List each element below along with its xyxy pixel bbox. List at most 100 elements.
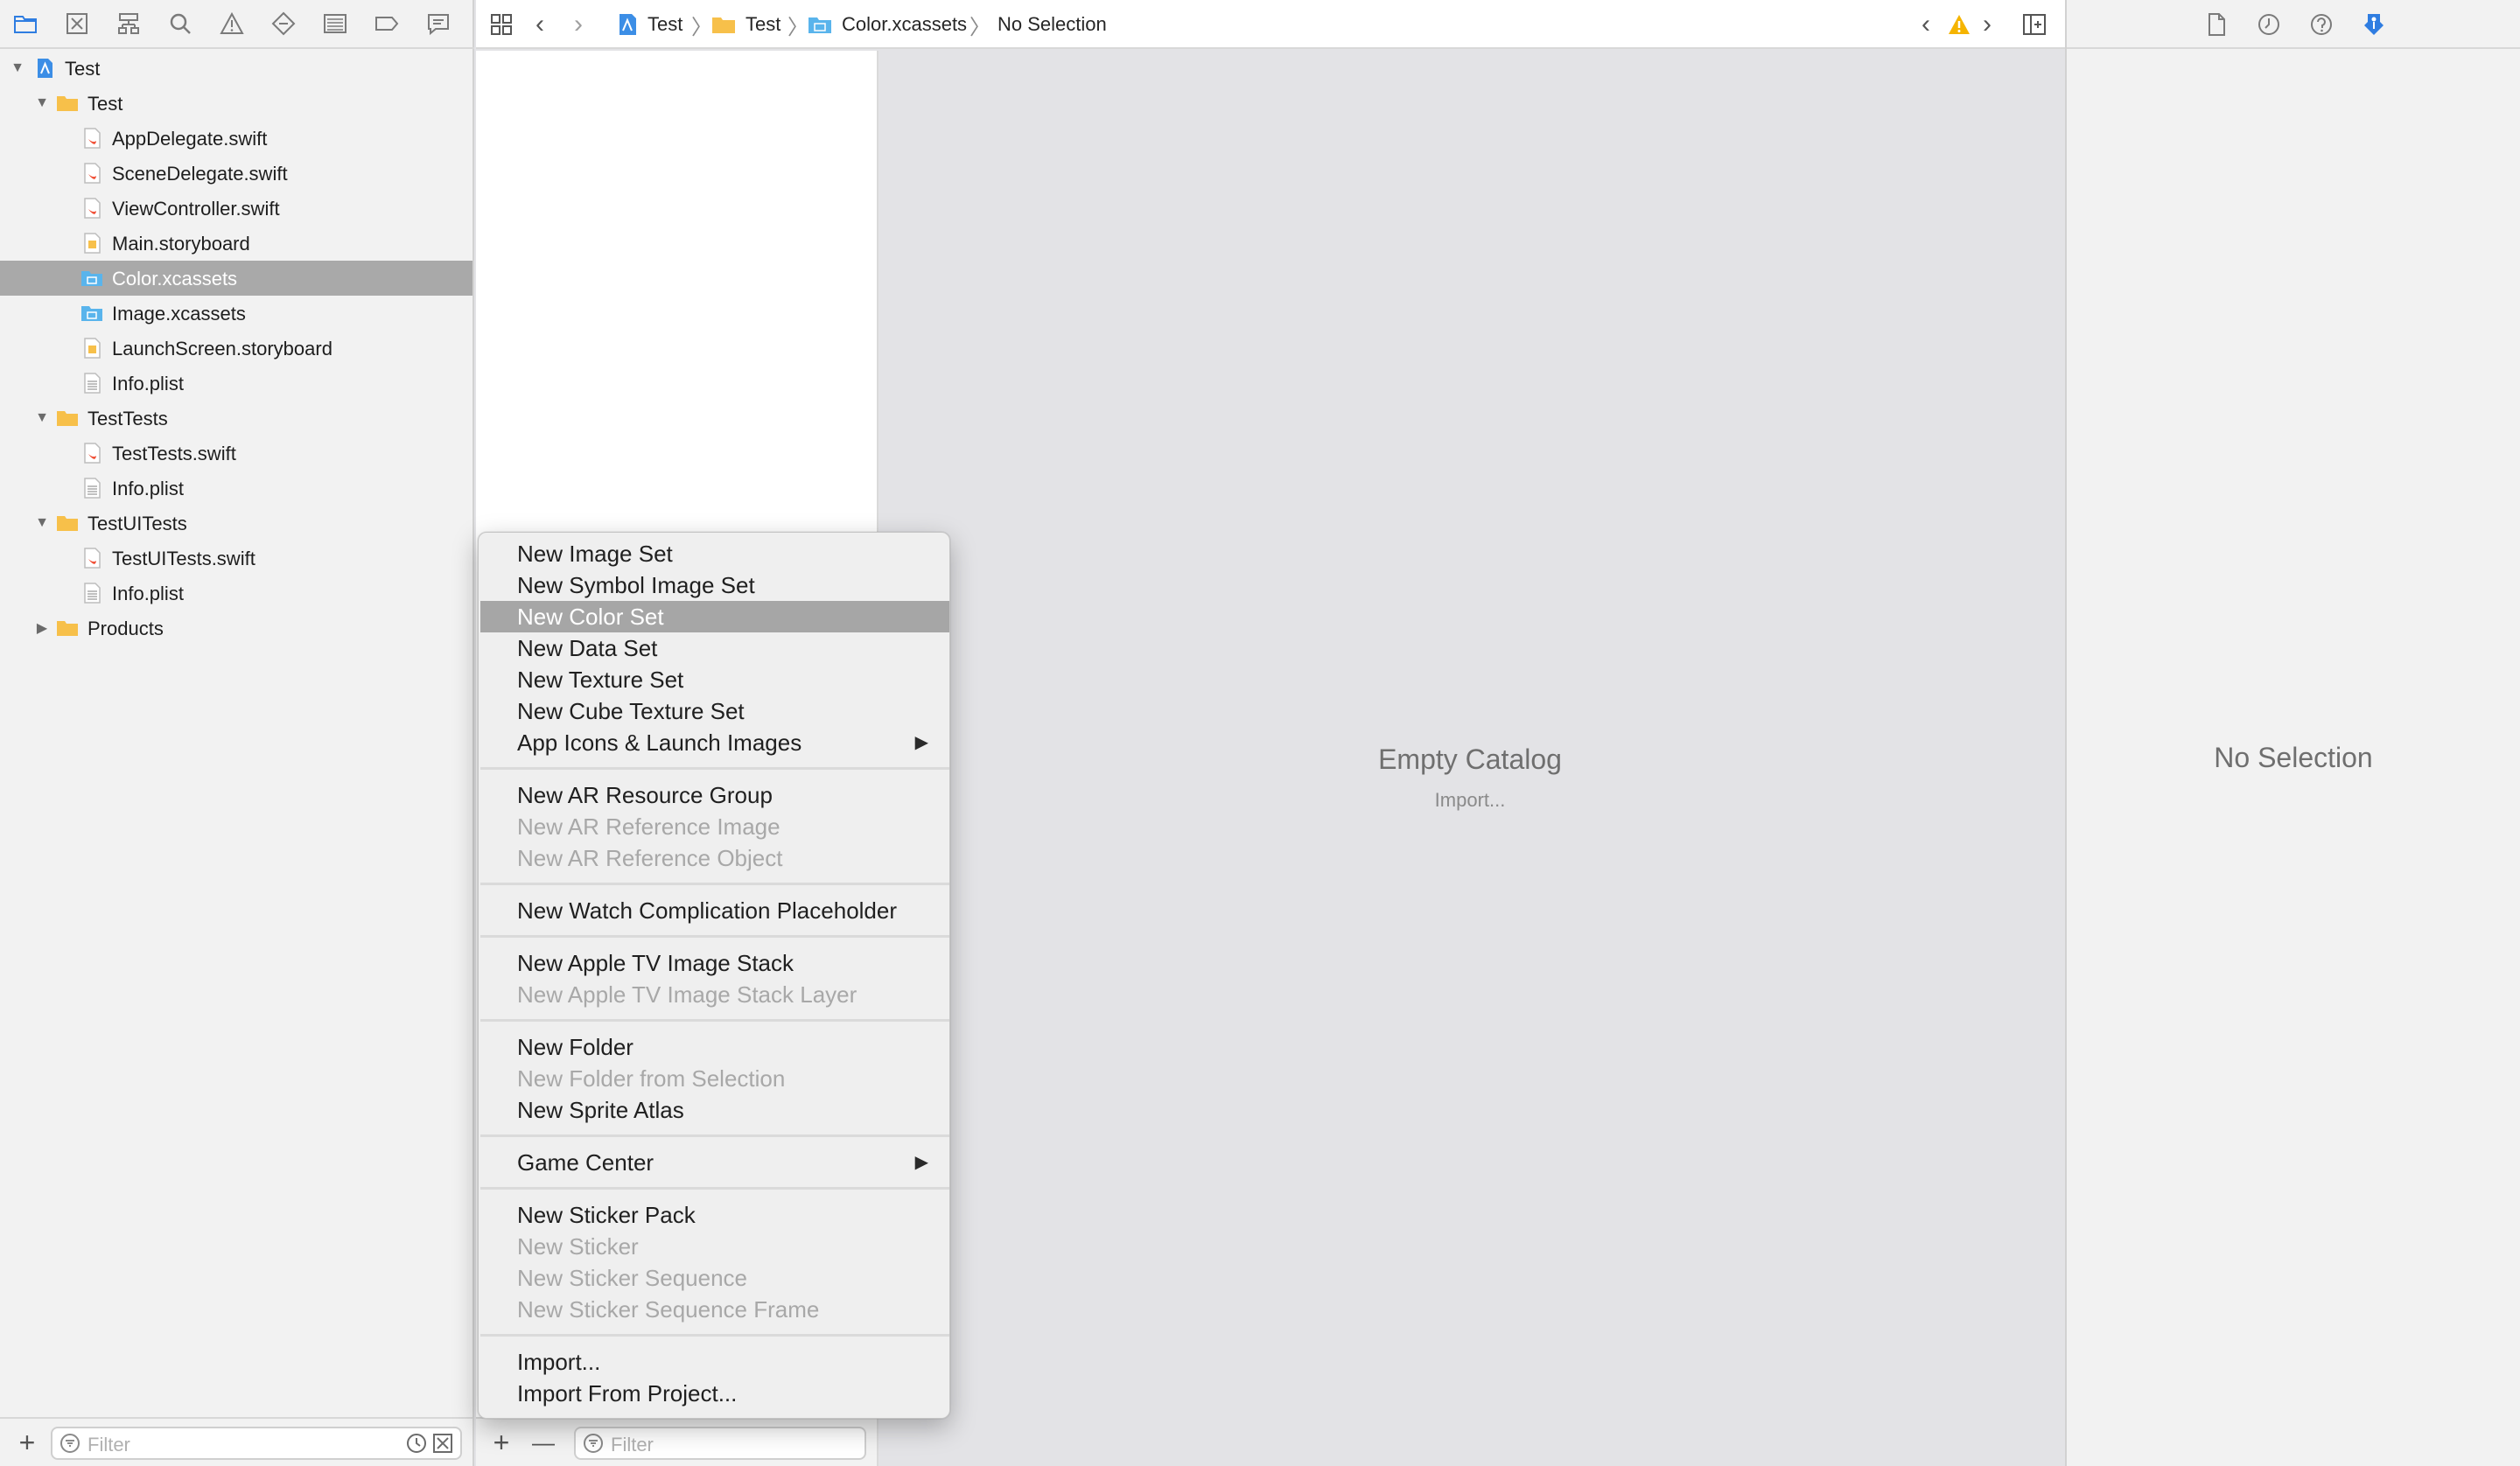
disclosure-open-icon[interactable]: ▼	[33, 409, 51, 427]
filter-placeholder: Filter	[611, 1434, 654, 1456]
tree-row[interactable]: SceneDelegate.swift	[0, 156, 472, 191]
menu-item[interactable]: New Apple TV Image Stack	[480, 947, 949, 979]
crumb-selection[interactable]: No Selection	[998, 0, 1107, 49]
storyboard-file-icon	[80, 337, 103, 360]
menu-item-label: New AR Reference Image	[517, 813, 780, 840]
source-control-icon[interactable]	[62, 8, 93, 39]
disclosure-open-icon[interactable]: ▼	[33, 514, 51, 532]
menu-item-label: Import From Project...	[517, 1380, 738, 1407]
tree-row[interactable]: ▼ TestUITests	[0, 506, 472, 541]
warning-icon[interactable]	[217, 8, 248, 39]
tree-row[interactable]: Image.xcassets	[0, 296, 472, 331]
menu-item[interactable]: New Folder	[480, 1031, 949, 1063]
menu-item-label: New Sticker Pack	[517, 1202, 696, 1228]
tree-row[interactable]: Color.xcassets	[0, 261, 472, 296]
add-asset-button[interactable]: +	[488, 1428, 514, 1456]
tree-row-label: LaunchScreen.storyboard	[112, 338, 332, 360]
previous-issue-button[interactable]: ‹	[1922, 0, 1930, 49]
menu-item[interactable]: New Data Set	[480, 632, 949, 664]
menu-item-label: New Texture Set	[517, 667, 684, 693]
folder-icon[interactable]	[10, 8, 41, 39]
tree-row[interactable]: Main.storyboard	[0, 226, 472, 261]
crumb-file[interactable]: Color.xcassets	[842, 0, 967, 49]
tree-row[interactable]: ▼ TestTests	[0, 401, 472, 436]
crumb-group[interactable]: Test	[746, 0, 780, 49]
tree-row[interactable]: ViewController.swift	[0, 191, 472, 226]
disclosure-open-icon[interactable]: ▼	[33, 94, 51, 112]
breakpoint-icon[interactable]	[371, 8, 402, 39]
tree-row-label: TestUITests.swift	[112, 548, 256, 569]
tree-row-label: TestTests	[88, 408, 168, 429]
menu-item[interactable]: New Sticker Sequence	[480, 1262, 949, 1294]
menu-separator	[480, 1334, 949, 1337]
tree-row-label: Color.xcassets	[112, 268, 238, 290]
back-button[interactable]: ‹	[536, 0, 544, 49]
menu-item[interactable]: New Symbol Image Set	[480, 569, 949, 601]
tree-row[interactable]: ▶ Products	[0, 611, 472, 646]
tree-row[interactable]: ▼ Test	[0, 51, 472, 86]
menu-item-label: Import...	[517, 1349, 601, 1375]
menu-item[interactable]: New AR Reference Image	[480, 811, 949, 842]
menu-item[interactable]: New Sprite Atlas	[480, 1094, 949, 1126]
tree-row[interactable]: AppDelegate.swift	[0, 121, 472, 156]
menu-item[interactable]: New Watch Complication Placeholder	[480, 895, 949, 926]
filter-icon	[584, 1434, 603, 1453]
menu-item[interactable]: New Color Set	[480, 601, 949, 632]
disclosure-open-icon[interactable]: ▼	[9, 59, 26, 77]
crumb-project[interactable]: Test	[648, 0, 682, 49]
menu-item[interactable]: New Sticker	[480, 1231, 949, 1262]
search-icon[interactable]	[165, 8, 196, 39]
menu-item[interactable]: New Apple TV Image Stack Layer	[480, 979, 949, 1010]
menu-separator	[480, 1134, 949, 1137]
forward-button[interactable]: ›	[574, 0, 583, 49]
hierarchy-icon[interactable]	[114, 8, 144, 39]
help-icon[interactable]	[2308, 11, 2334, 38]
add-file-button[interactable]: +	[14, 1428, 40, 1456]
recent-files-icon[interactable]	[406, 1433, 427, 1454]
tree-row[interactable]: Info.plist	[0, 471, 472, 506]
warning-icon[interactable]	[1946, 0, 1972, 49]
menu-item[interactable]: New Texture Set	[480, 664, 949, 695]
import-link[interactable]: Import...	[1382, 789, 1558, 812]
menu-item[interactable]: New AR Resource Group	[480, 779, 949, 811]
menu-item[interactable]: Import From Project...	[480, 1378, 949, 1409]
tree-row-label: Products	[88, 618, 164, 639]
menu-item[interactable]: New Image Set	[480, 538, 949, 569]
crumb-separator: 〉	[691, 15, 712, 39]
tree-row[interactable]: ▼ Test	[0, 86, 472, 121]
history-icon[interactable]	[2256, 11, 2282, 38]
menu-item[interactable]: New Sticker Sequence Frame	[480, 1294, 949, 1325]
tree-row[interactable]: TestUITests.swift	[0, 541, 472, 576]
file-inspector-icon[interactable]	[2203, 11, 2230, 38]
menu-item[interactable]: New Cube Texture Set	[480, 695, 949, 727]
menu-item[interactable]: Import...	[480, 1346, 949, 1378]
menu-item[interactable]: Game Center ▶	[480, 1147, 949, 1178]
tree-row-label: Info.plist	[112, 478, 184, 499]
source-control-filter-icon[interactable]	[432, 1433, 453, 1454]
report-icon[interactable]	[423, 8, 453, 39]
add-editor-icon[interactable]	[2021, 0, 2048, 49]
tree-row[interactable]: Info.plist	[0, 576, 472, 611]
test-diamond-icon[interactable]	[268, 8, 298, 39]
attributes-inspector-icon[interactable]	[2361, 11, 2387, 38]
menu-item-label: New AR Resource Group	[517, 782, 773, 808]
menu-item-label: New Sprite Atlas	[517, 1097, 684, 1123]
tree-row[interactable]: TestTests.swift	[0, 436, 472, 471]
no-selection-label: No Selection	[2214, 742, 2373, 773]
asset-filter-field[interactable]: Filter	[574, 1427, 866, 1460]
related-items-icon[interactable]	[488, 0, 514, 49]
debug-icon[interactable]	[319, 8, 350, 39]
menu-item[interactable]: New Sticker Pack	[480, 1199, 949, 1231]
tree-row[interactable]: LaunchScreen.storyboard	[0, 331, 472, 366]
disclosure-closed-icon[interactable]: ▶	[33, 619, 51, 637]
folder-icon	[56, 617, 79, 639]
crumb-separator: 〉	[970, 15, 990, 39]
menu-item[interactable]: New Folder from Selection	[480, 1063, 949, 1094]
tree-row[interactable]: Info.plist	[0, 366, 472, 401]
menu-item[interactable]: App Icons & Launch Images ▶	[480, 727, 949, 758]
menu-separator	[480, 1187, 949, 1190]
next-issue-button[interactable]: ›	[1983, 0, 1992, 49]
menu-item[interactable]: New AR Reference Object	[480, 842, 949, 874]
navigator-filter-field[interactable]: Filter	[51, 1427, 462, 1460]
remove-asset-button[interactable]: —	[530, 1429, 556, 1456]
